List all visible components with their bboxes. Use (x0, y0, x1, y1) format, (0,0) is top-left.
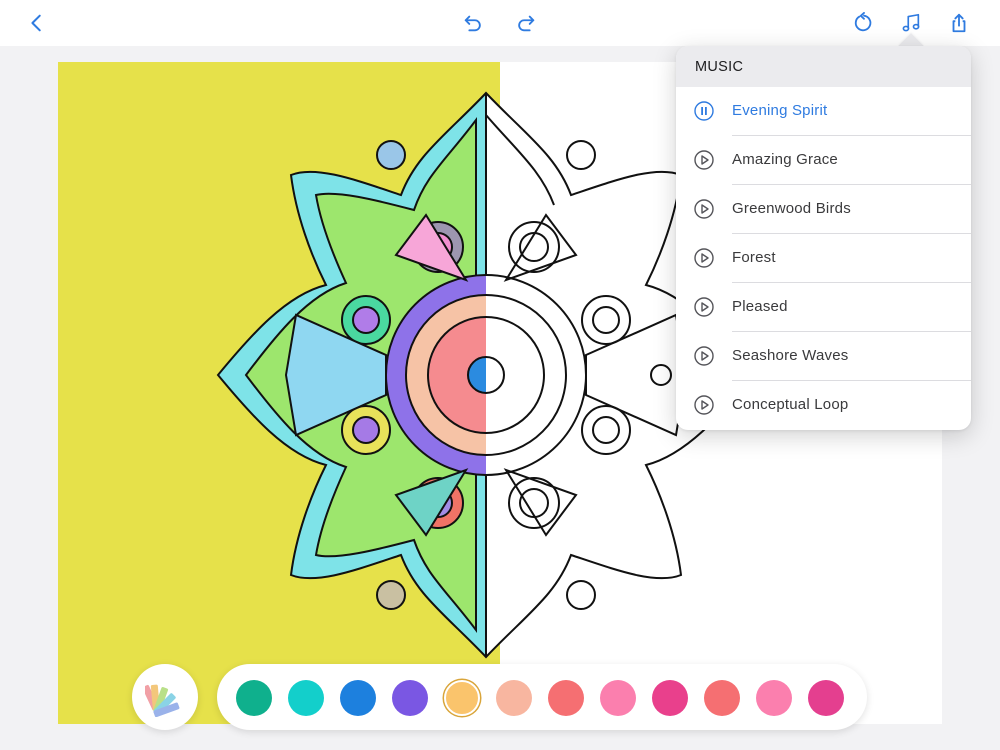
music-popover-title: MUSIC (676, 46, 971, 87)
track-name: Greenwood Birds (732, 200, 851, 217)
color-swatch[interactable] (548, 680, 584, 716)
play-icon (694, 346, 714, 366)
color-swatch[interactable] (236, 680, 272, 716)
color-swatch[interactable] (340, 680, 376, 716)
color-swatch[interactable] (392, 680, 428, 716)
track-name: Forest (732, 249, 776, 266)
top-toolbar (0, 0, 1000, 46)
music-popover: MUSIC Evening Spirit Amazing Grace Greenwo… (676, 46, 971, 430)
music-note-icon (902, 13, 920, 32)
color-fan-icon (145, 684, 180, 717)
undo-button[interactable] (458, 8, 488, 38)
track-item[interactable]: Seashore Waves (676, 332, 971, 381)
redo-button[interactable] (511, 8, 541, 38)
pause-icon (694, 101, 714, 121)
redo-icon (518, 15, 535, 32)
track-name: Amazing Grace (732, 151, 838, 168)
color-swatch[interactable] (756, 680, 792, 716)
track-item[interactable]: Evening Spirit (676, 87, 971, 136)
color-picker-button[interactable] (132, 664, 198, 730)
play-icon (694, 248, 714, 268)
reset-button[interactable] (849, 8, 879, 38)
color-swatch[interactable] (496, 680, 532, 716)
track-name: Conceptual Loop (732, 396, 849, 413)
color-swatch[interactable] (652, 680, 688, 716)
play-icon (694, 150, 714, 170)
track-list: Evening Spirit Amazing Grace Greenwood Bir… (676, 87, 971, 430)
color-swatch[interactable] (704, 680, 740, 716)
undo-icon (464, 15, 481, 32)
back-button[interactable] (22, 8, 52, 38)
share-icon (952, 13, 966, 33)
color-palette (217, 664, 867, 730)
track-item[interactable]: Conceptual Loop (676, 381, 971, 430)
reset-icon (854, 12, 872, 32)
track-name: Seashore Waves (732, 347, 849, 364)
track-name: Evening Spirit (732, 102, 828, 119)
color-swatch[interactable] (288, 680, 324, 716)
color-swatch[interactable] (600, 680, 636, 716)
track-item[interactable]: Forest (676, 234, 971, 283)
share-button[interactable] (944, 8, 974, 38)
track-item[interactable]: Pleased (676, 283, 971, 332)
color-swatch[interactable] (444, 680, 480, 716)
chevron-left-icon (31, 14, 41, 32)
track-item[interactable]: Greenwood Birds (676, 185, 971, 234)
play-icon (694, 199, 714, 219)
play-icon (694, 395, 714, 415)
track-item[interactable]: Amazing Grace (676, 136, 971, 185)
color-swatch[interactable] (808, 680, 844, 716)
track-name: Pleased (732, 298, 788, 315)
play-icon (694, 297, 714, 317)
mandala-artwork[interactable] (216, 80, 756, 670)
